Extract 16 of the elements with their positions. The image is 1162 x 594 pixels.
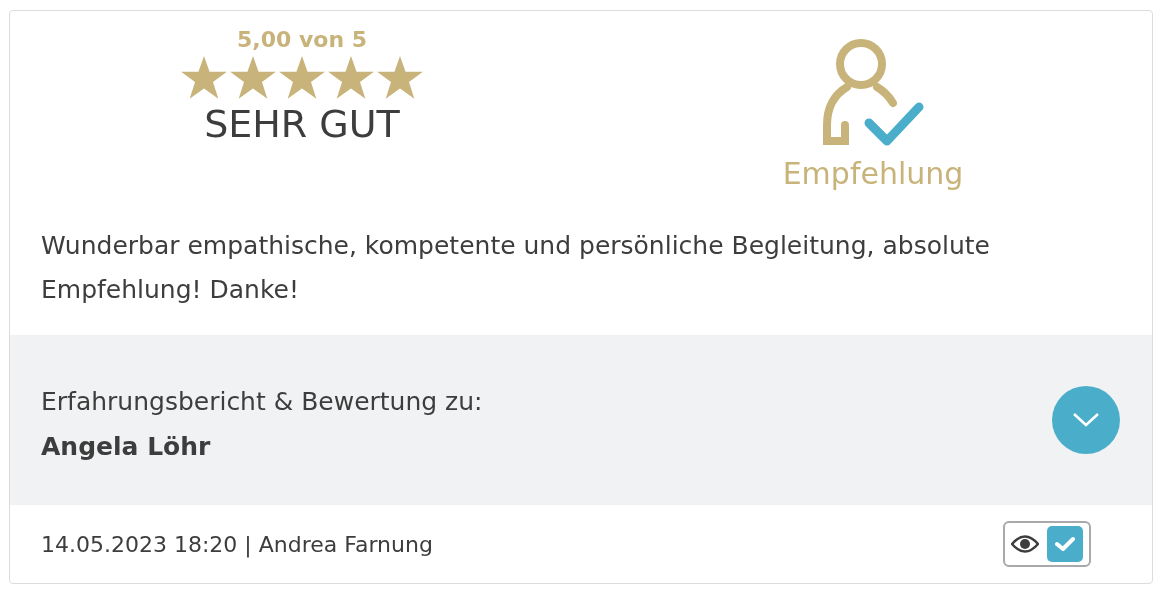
rating-verdict: SEHR GUT (204, 101, 400, 148)
star-icon (279, 56, 325, 100)
star-icon (181, 56, 227, 100)
subject-name: Angela Löhr (41, 431, 212, 463)
eye-icon (1011, 535, 1039, 553)
star-icon (328, 56, 374, 100)
recommendation-label: Empfehlung (782, 155, 964, 193)
chevron-down-icon (1072, 412, 1100, 428)
star-icon (377, 56, 423, 100)
rating-score: 5,00 von 5 (237, 26, 367, 54)
verified-checkbox[interactable] (1047, 526, 1083, 562)
review-meta: 14.05.2023 18:20 | Andrea Farnung (41, 530, 433, 560)
subject-caption: Erfahrungsbericht & Bewertung zu: (41, 385, 483, 418)
check-icon (1055, 536, 1075, 552)
review-text: Wunderbar empathische, kompetente und persönliche Begleitung, absolute Empfehlung! Danke! (40, 230, 991, 306)
star-icon (230, 56, 276, 100)
